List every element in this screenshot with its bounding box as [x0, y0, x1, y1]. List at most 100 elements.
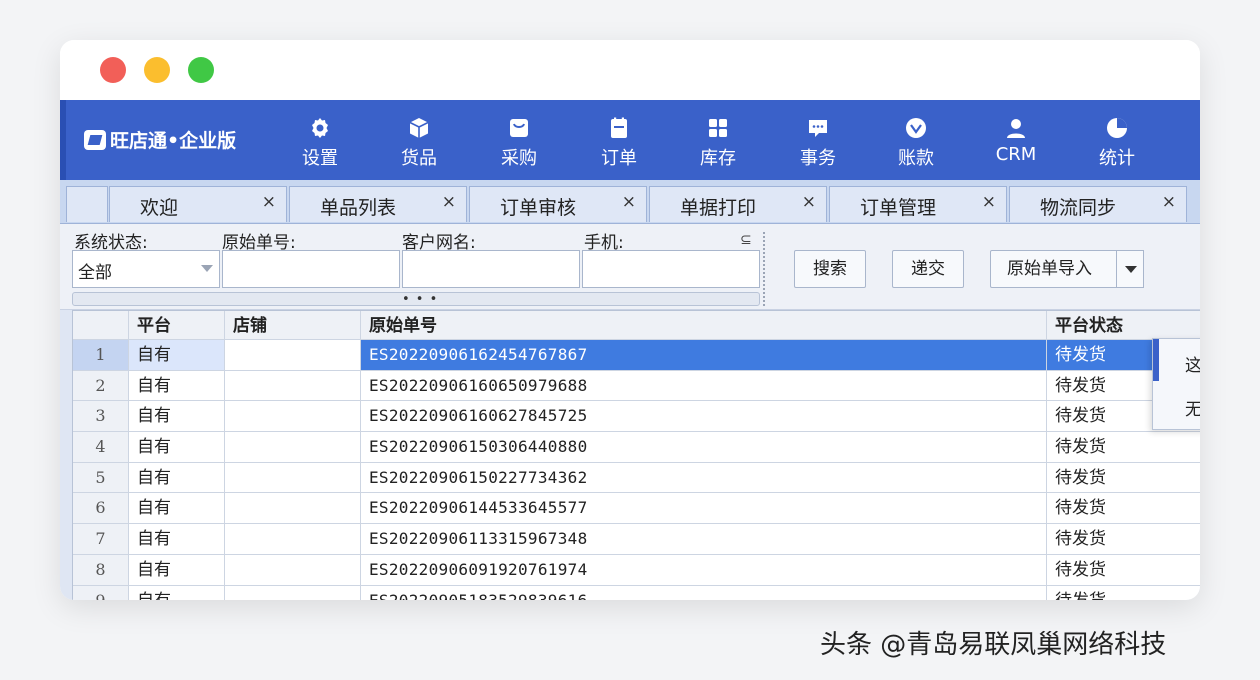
cell-platform-status[interactable]: 待发货	[1047, 493, 1200, 523]
cell-platform-status[interactable]: 待发货	[1047, 586, 1200, 601]
row-number[interactable]: 4	[73, 432, 129, 462]
cell-shop[interactable]	[225, 401, 361, 432]
nav-label: 统计	[1099, 148, 1135, 169]
splitter[interactable]	[763, 232, 765, 306]
cell-shop[interactable]	[225, 493, 361, 524]
table-row[interactable]: 1 自有 ES2022090616245476786​7 待发货	[73, 340, 1200, 371]
tab-close-icon[interactable]: ×	[802, 192, 816, 212]
nav-statistics[interactable]: 统计	[1082, 116, 1152, 170]
column-header-shop[interactable]: 店铺	[225, 311, 361, 339]
grid-icon	[709, 119, 727, 137]
nav-crm[interactable]: CRM	[981, 116, 1051, 165]
nav-purchase[interactable]: 采购	[484, 116, 554, 170]
submit-button[interactable]: 递交	[892, 250, 964, 288]
nav-affairs[interactable]: 事务	[783, 116, 853, 170]
nav-settings[interactable]: 设置	[285, 116, 355, 170]
cell-platform[interactable]: 自有	[129, 462, 225, 493]
tab-document-print[interactable]: 单据打印 ×	[649, 186, 827, 222]
row-number[interactable]: 1	[73, 340, 129, 370]
cell-original-no[interactable]: ES20220906150227734362	[361, 462, 1047, 493]
cell-original-no[interactable]: ES20220906160650979688	[361, 370, 1047, 401]
cell-platform[interactable]: 自有	[129, 493, 225, 524]
collapse-icon[interactable]: ⊆	[740, 232, 752, 248]
column-header-original-no[interactable]: 原始单号	[361, 311, 1047, 339]
nav-accounts[interactable]: 账款	[881, 116, 951, 170]
table-row[interactable]: 6 自有 ES20220906144533645577 待发货	[73, 493, 1200, 525]
cell-shop[interactable]	[225, 462, 361, 493]
cell-original-no[interactable]: ES20220906144533645577	[361, 493, 1047, 524]
table-row[interactable]: 2 自有 ES20220906160650979688 待发货	[73, 370, 1200, 402]
orders-grid: 平台 店铺 原始单号 平台状态 1 自有 ES2022090616245476786…	[72, 310, 1200, 600]
nav-goods[interactable]: 货品	[384, 116, 454, 170]
cell-shop[interactable]	[225, 432, 361, 462]
table-row[interactable]: 3 自有 ES20220906160627845725 待发货	[73, 401, 1200, 433]
tab-close-icon[interactable]: ×	[262, 192, 276, 212]
cell-original-no[interactable]: ES20220905183529839616	[361, 585, 1047, 600]
cell-platform[interactable]: 自有	[129, 432, 225, 462]
tab-close-icon[interactable]: ×	[982, 192, 996, 212]
cell-original-no[interactable]: ES20220906113315967348	[361, 524, 1047, 554]
cell-shop[interactable]	[225, 340, 361, 370]
cell-shop[interactable]	[225, 524, 361, 554]
table-row[interactable]: 9自有 ES20220905183529839616待发货	[73, 585, 1200, 601]
table-row[interactable]: 4 自有 ES20220906150306440880 待发货	[73, 432, 1200, 463]
chevron-down-icon	[201, 265, 213, 272]
minimize-window-button[interactable]	[144, 57, 170, 83]
title-bar	[60, 40, 1200, 100]
table-row[interactable]: 8 自有 ES20220906091920761974 待发货	[73, 554, 1200, 586]
maximize-window-button[interactable]	[188, 57, 214, 83]
row-number[interactable]: 7	[73, 524, 129, 554]
cell-original-no[interactable]: ES20220906150306440880	[361, 432, 1047, 462]
cell-platform[interactable]: 自有	[129, 585, 225, 600]
tab-close-icon[interactable]: ×	[622, 192, 636, 212]
cell-platform-status[interactable]: 待发货	[1047, 432, 1200, 462]
popup-item[interactable]: 这	[1185, 351, 1200, 376]
nav-inventory[interactable]: 库存	[683, 116, 753, 170]
tab-welcome[interactable]: 欢迎 ×	[109, 186, 287, 222]
search-button[interactable]: 搜索	[794, 250, 866, 288]
row-number[interactable]: 8	[73, 554, 129, 585]
row-number[interactable]: 6	[73, 493, 129, 524]
box-icon	[409, 118, 429, 138]
cell-platform[interactable]: 自有	[129, 370, 225, 401]
nav-orders[interactable]: 订单	[584, 116, 654, 170]
tab-close-icon[interactable]: ×	[1162, 192, 1176, 212]
row-number[interactable]: 2	[73, 370, 129, 401]
cell-original-no[interactable]: ES2022090616245476786​7	[361, 340, 1047, 370]
cell-platform[interactable]: 自有	[129, 554, 225, 585]
cell-shop[interactable]	[225, 370, 361, 401]
column-header-platform-status[interactable]: 平台状态	[1047, 311, 1200, 339]
cell-platform-status[interactable]: 待发货	[1047, 463, 1200, 493]
import-dropdown-chevron-icon[interactable]	[1116, 250, 1144, 288]
system-status-select[interactable]: 全部	[72, 250, 220, 288]
cell-original-no[interactable]: ES20220906160627845725	[361, 401, 1047, 432]
cell-platform-status[interactable]: 待发货	[1047, 555, 1200, 585]
cell-platform[interactable]: 自有	[129, 340, 225, 370]
tab-item-list[interactable]: 单品列表 ×	[289, 186, 467, 222]
tab-order-management[interactable]: 订单管理 ×	[829, 186, 1007, 222]
tab-bar: 欢迎 × 单品列表 × 订单审核 × 单据打印 × 订单管理 × 物流同步 ×	[60, 180, 1200, 224]
cell-platform-status[interactable]: 待发货	[1047, 524, 1200, 554]
import-original-button[interactable]: 原始单导入	[990, 250, 1144, 288]
original-no-input[interactable]	[222, 250, 400, 288]
table-row[interactable]: 7 自有 ES20220906113315967348 待发货	[73, 524, 1200, 555]
popup-item[interactable]: 无	[1185, 395, 1200, 420]
filter-panel: 系统状态: 原始单号: 客户网名: 手机: ⊆ 全部 • • • 搜索 递交 原…	[60, 224, 1200, 310]
tab-order-review[interactable]: 订单审核 ×	[469, 186, 647, 222]
row-number[interactable]: 3	[73, 401, 129, 432]
cell-original-no[interactable]: ES20220906091920761974	[361, 554, 1047, 585]
table-row[interactable]: 5 自有 ES20220906150227734362 待发货	[73, 462, 1200, 494]
row-number[interactable]: 5	[73, 462, 129, 493]
tab-logistics-sync[interactable]: 物流同步 ×	[1009, 186, 1187, 222]
column-header-platform[interactable]: 平台	[129, 311, 225, 339]
cell-platform[interactable]: 自有	[129, 524, 225, 554]
cell-shop[interactable]	[225, 554, 361, 585]
more-filters-handle[interactable]: • • •	[402, 292, 438, 307]
cell-platform[interactable]: 自有	[129, 401, 225, 432]
customer-name-input[interactable]	[402, 250, 580, 288]
phone-input[interactable]	[582, 250, 760, 288]
row-number[interactable]: 9	[73, 585, 129, 600]
tab-close-icon[interactable]: ×	[442, 192, 456, 212]
close-window-button[interactable]	[100, 57, 126, 83]
cell-shop[interactable]	[225, 585, 361, 600]
